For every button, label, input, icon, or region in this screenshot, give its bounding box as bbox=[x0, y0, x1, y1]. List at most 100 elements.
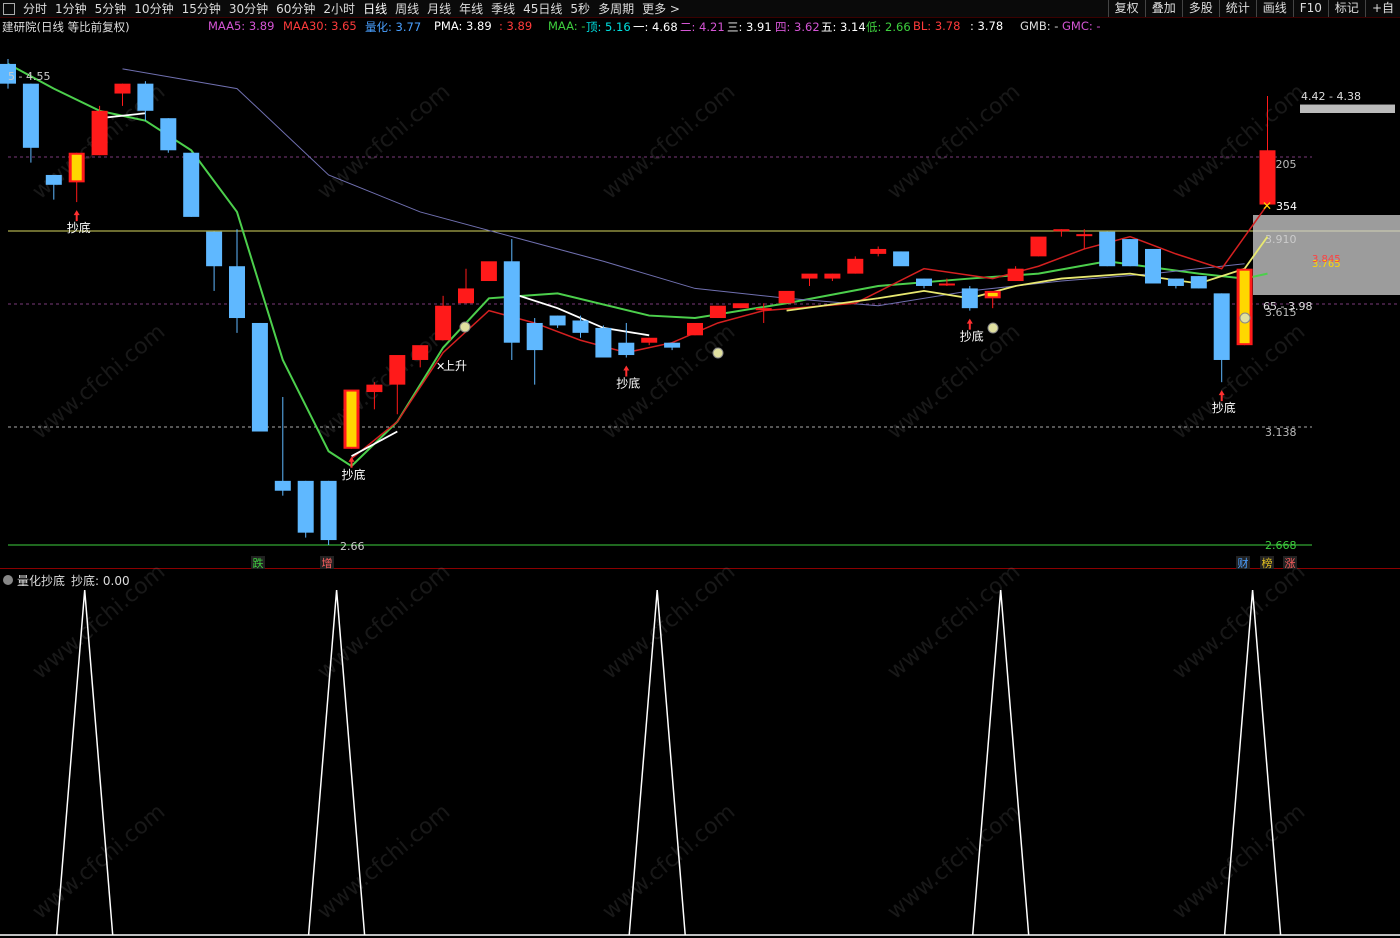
candlestick-chart[interactable]: www.cfchi.com www.cfchi.com www.cfchi.com w… bbox=[0, 0, 1400, 938]
level-label-low: 2.668 bbox=[1265, 539, 1297, 552]
mark-x-icon: ✕ bbox=[1262, 199, 1272, 213]
indicator-spike bbox=[971, 589, 1030, 936]
ma-red-label: 3.845 bbox=[1312, 254, 1341, 265]
buy-label: 抄底 bbox=[67, 220, 91, 235]
candle-body bbox=[274, 480, 291, 491]
watermark-text: www.cfchi.com bbox=[598, 79, 740, 204]
candle-body-gold bbox=[346, 391, 357, 447]
watermark-text: www.cfchi.com bbox=[28, 799, 170, 924]
candle bbox=[1099, 231, 1116, 267]
hi-box bbox=[1300, 105, 1395, 113]
candle-body bbox=[687, 322, 703, 336]
candle-body bbox=[526, 322, 543, 351]
candle bbox=[549, 315, 566, 328]
watermark-text: www.cfchi.com bbox=[28, 559, 170, 684]
candle bbox=[1145, 248, 1161, 284]
watermark-text: www.cfchi.com bbox=[1168, 79, 1310, 204]
candle-body bbox=[480, 261, 497, 282]
candle bbox=[1213, 293, 1230, 383]
watermark-text: www.cfchi.com bbox=[313, 79, 455, 204]
slow-ma-line bbox=[122, 68, 1245, 307]
bottom-tag: 财 bbox=[1238, 556, 1249, 570]
candle bbox=[68, 152, 85, 203]
buy-label: 抄底 bbox=[341, 467, 365, 482]
candle-body bbox=[229, 266, 245, 319]
candle-body bbox=[641, 337, 658, 343]
candle bbox=[916, 278, 932, 289]
watermark-text: www.cfchi.com bbox=[598, 559, 740, 684]
candle bbox=[1236, 268, 1253, 346]
candle bbox=[984, 290, 1001, 309]
candle-body bbox=[251, 322, 268, 432]
candle bbox=[526, 318, 543, 385]
candle bbox=[435, 295, 452, 341]
candle-body bbox=[366, 384, 383, 393]
hi-price-label: 4.42 - 4.38 bbox=[1301, 90, 1361, 103]
candle-body bbox=[114, 83, 131, 94]
candle-body bbox=[22, 83, 39, 148]
candle-body bbox=[435, 305, 452, 341]
candle bbox=[595, 325, 612, 358]
coin-icon bbox=[1239, 312, 1251, 324]
candle-body bbox=[458, 288, 474, 304]
candle bbox=[664, 342, 681, 351]
candle-body bbox=[183, 152, 200, 217]
buy-arrow-icon bbox=[966, 318, 973, 330]
right-mid-label: 65 - 3.98 bbox=[1263, 300, 1312, 313]
watermark-text: www.cfchi.com bbox=[883, 79, 1025, 204]
candle-body bbox=[1145, 248, 1161, 284]
candle bbox=[229, 229, 245, 333]
candle-body bbox=[870, 248, 887, 254]
candle-body bbox=[732, 303, 749, 309]
watermark: www.cfchi.com www.cfchi.com www.cfchi.com w… bbox=[28, 79, 1310, 924]
candle bbox=[389, 355, 406, 415]
candle-body bbox=[893, 251, 910, 267]
candle bbox=[343, 389, 360, 449]
candle-body bbox=[778, 290, 795, 304]
watermark-text: www.cfchi.com bbox=[1168, 559, 1310, 684]
candle bbox=[732, 303, 749, 309]
candle bbox=[801, 273, 818, 286]
buy-arrow-icon bbox=[73, 210, 80, 222]
candle-body bbox=[847, 258, 864, 274]
level-label-l3: 3.138 bbox=[1265, 426, 1297, 439]
candle-body bbox=[938, 283, 955, 286]
candle bbox=[206, 231, 223, 291]
candle bbox=[503, 239, 520, 360]
candle-body-gold bbox=[71, 154, 82, 181]
candle-body bbox=[1259, 150, 1276, 205]
candle bbox=[778, 290, 795, 304]
candle-body bbox=[549, 315, 566, 326]
candle bbox=[709, 305, 726, 319]
buy-label: 抄底 bbox=[616, 376, 640, 391]
candle bbox=[91, 105, 108, 156]
candle bbox=[824, 273, 841, 282]
candle-body bbox=[595, 327, 612, 358]
bottom-tag: 增 bbox=[322, 556, 333, 570]
bottom-tag: 跌 bbox=[253, 556, 264, 570]
candle-body bbox=[91, 110, 108, 156]
coin-icon bbox=[987, 322, 999, 334]
bottom-tag: 榜 bbox=[1262, 556, 1273, 570]
candle bbox=[183, 152, 200, 217]
candle bbox=[1053, 229, 1070, 237]
candle bbox=[22, 83, 39, 163]
watermark-text: www.cfchi.com bbox=[28, 319, 170, 444]
candle-body bbox=[1122, 239, 1139, 267]
candle bbox=[687, 322, 703, 336]
candle-body bbox=[1099, 231, 1116, 267]
candle bbox=[458, 268, 474, 304]
candle bbox=[961, 285, 978, 311]
candle-body bbox=[1190, 276, 1207, 289]
mark-354-label: 354 bbox=[1276, 200, 1297, 213]
candle-body bbox=[1167, 278, 1184, 286]
watermark-text: www.cfchi.com bbox=[883, 799, 1025, 924]
candle bbox=[320, 480, 337, 545]
candle-body-gold bbox=[1239, 270, 1250, 344]
candle-body bbox=[801, 273, 818, 279]
candle-body bbox=[1007, 268, 1024, 282]
candle-body bbox=[503, 261, 520, 343]
candle-body bbox=[45, 174, 62, 185]
candle-body bbox=[961, 288, 978, 309]
bottom-tag: 涨 bbox=[1285, 557, 1296, 570]
